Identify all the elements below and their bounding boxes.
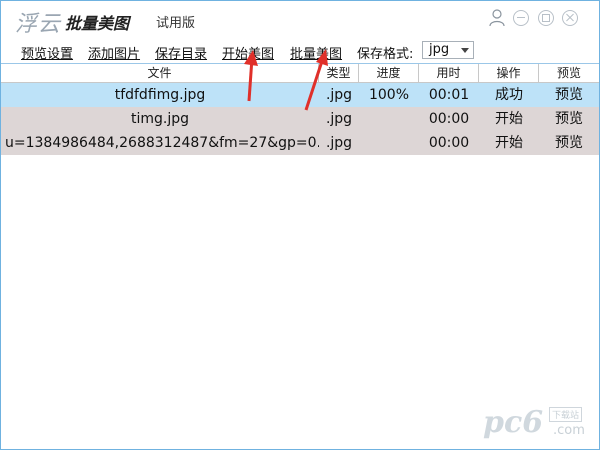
cell-time: 00:00 xyxy=(428,135,470,151)
format-select[interactable]: jpg xyxy=(422,41,474,59)
cell-preview[interactable]: 预览 xyxy=(539,131,599,155)
table-row[interactable]: timg.jpg .jpg 00:00 开始 预览 xyxy=(1,107,599,131)
close-icon[interactable] xyxy=(562,10,578,26)
watermark-brand: pc6 xyxy=(483,405,544,440)
header-type[interactable]: 类型 xyxy=(319,64,359,82)
app-logo: 浮云 xyxy=(15,12,62,37)
file-table: 文件 类型 进度 用时 操作 预览 tfdfdfimg.jpg .jpg 100… xyxy=(1,63,599,449)
toolbar: 预览设置 添加图片 保存目录 开始美图 批量美图 保存格式: jpg xyxy=(1,39,599,63)
cell-time: 00:00 xyxy=(428,111,470,127)
app-window: 浮云 批量美图 试用版 预览设置 添加图片 保存目录 开始美图 批量美图 保存格… xyxy=(0,0,600,450)
user-icon[interactable] xyxy=(489,9,505,27)
table-row[interactable]: u=1384986484,2688312487&fm=27&gp=0.j... … xyxy=(1,131,599,155)
batch-beautify-button[interactable]: 批量美图 xyxy=(290,43,342,62)
minimize-icon[interactable] xyxy=(513,10,529,26)
preview-settings-button[interactable]: 预览设置 xyxy=(21,43,73,62)
cell-time: 00:01 xyxy=(428,87,470,103)
watermark-tag: 下载站 xyxy=(549,407,583,422)
cell-preview[interactable]: 预览 xyxy=(539,83,599,107)
cell-operation[interactable]: 开始 xyxy=(479,131,539,155)
header-operation[interactable]: 操作 xyxy=(479,64,539,82)
cell-file: u=1384986484,2688312487&fm=27&gp=0.j... xyxy=(5,135,319,151)
watermark-suffix: .com xyxy=(553,423,585,438)
maximize-icon[interactable] xyxy=(538,10,554,26)
format-value: jpg xyxy=(429,42,450,57)
cell-preview[interactable]: 预览 xyxy=(539,107,599,131)
table-header: 文件 类型 进度 用时 操作 预览 xyxy=(1,64,599,83)
cell-file: tfdfdfimg.jpg xyxy=(114,87,206,103)
cell-progress xyxy=(359,107,419,131)
header-file[interactable]: 文件 xyxy=(1,64,319,82)
cell-type: .jpg xyxy=(325,135,353,151)
pc6-watermark: pc6 下载站 .com xyxy=(483,403,593,443)
cell-progress xyxy=(359,131,419,155)
format-label: 保存格式: xyxy=(357,47,414,62)
dropdown-arrow-icon xyxy=(461,48,469,53)
title-bar: 浮云 批量美图 试用版 xyxy=(1,1,599,39)
cell-operation[interactable]: 成功 xyxy=(479,83,539,107)
header-progress[interactable]: 进度 xyxy=(359,64,419,82)
cell-file: timg.jpg xyxy=(130,111,190,127)
header-preview[interactable]: 预览 xyxy=(539,64,599,82)
start-beautify-button[interactable]: 开始美图 xyxy=(222,43,274,62)
add-images-button[interactable]: 添加图片 xyxy=(88,43,140,62)
app-name: 批量美图 xyxy=(65,14,130,33)
cell-progress: 100% xyxy=(368,87,410,103)
header-time[interactable]: 用时 xyxy=(419,64,479,82)
cell-type: .jpg xyxy=(325,87,353,103)
cell-operation[interactable]: 开始 xyxy=(479,107,539,131)
save-directory-button[interactable]: 保存目录 xyxy=(155,43,207,62)
cell-type: .jpg xyxy=(325,111,353,127)
edition-label: 试用版 xyxy=(156,16,196,31)
table-row[interactable]: tfdfdfimg.jpg .jpg 100% 00:01 成功 预览 xyxy=(1,83,599,107)
